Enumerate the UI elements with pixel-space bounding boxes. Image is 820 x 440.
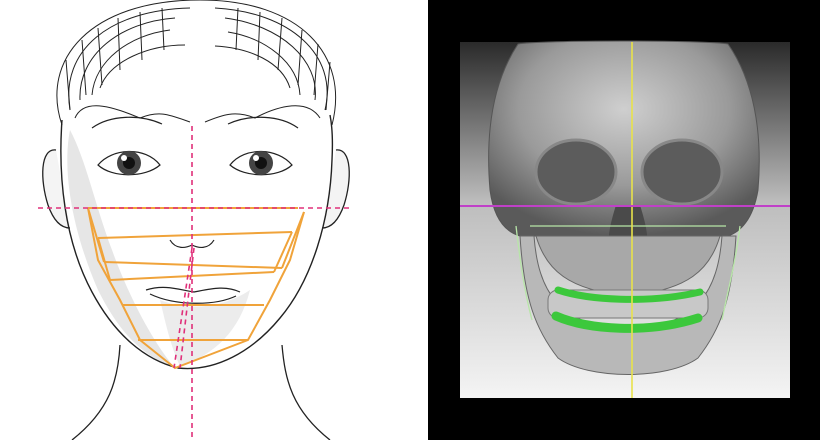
left-eye — [97, 150, 161, 176]
figure — [0, 0, 820, 440]
right-orbit — [640, 138, 724, 206]
face-drawing — [38, 0, 350, 440]
neck-outline — [71, 344, 331, 440]
mouth — [145, 286, 241, 304]
right-eye — [229, 150, 293, 176]
left-eyebrow — [91, 116, 163, 129]
left-orbit — [534, 138, 618, 206]
right-eyebrow — [227, 116, 299, 129]
face-drawing-panel — [0, 0, 428, 440]
ct-skull-panel — [428, 0, 820, 440]
ct-skull-view — [460, 40, 790, 398]
hair — [56, 0, 337, 126]
